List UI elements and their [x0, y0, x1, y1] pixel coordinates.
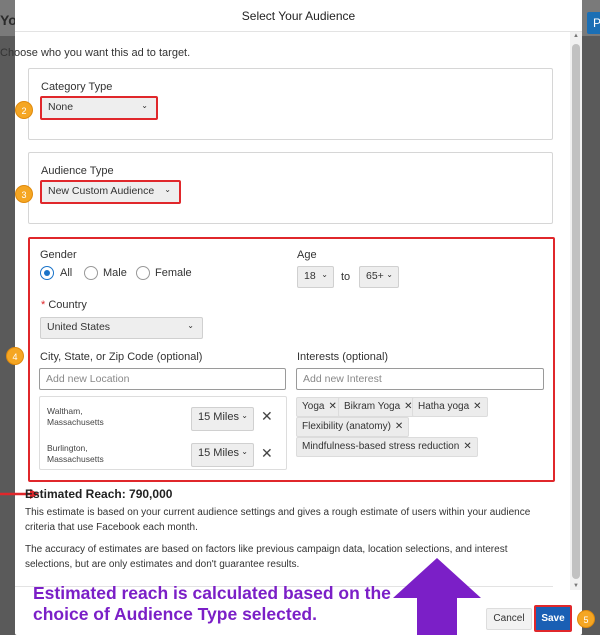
interest-tag-label: Flexibility (anatomy): [302, 421, 391, 432]
save-button[interactable]: Save: [534, 605, 572, 632]
cancel-button[interactable]: Cancel: [486, 608, 532, 630]
gender-option-female[interactable]: Female: [155, 267, 192, 279]
remove-tag-icon[interactable]: ✕: [473, 401, 481, 412]
gender-radio-male[interactable]: [84, 266, 98, 280]
gender-label: Gender: [40, 249, 77, 261]
location-name-1: Burlington, Massachusetts: [47, 443, 104, 465]
annotation-caption: Estimated reach is calculated based on t…: [33, 583, 391, 625]
interest-tag-label: Hatha yoga: [418, 401, 470, 412]
interests-label: Interests (optional): [297, 351, 389, 363]
interest-tag[interactable]: Mindfulness-based stress reduction ✕: [296, 437, 478, 457]
age-max-select[interactable]: 65+ ⌄: [359, 266, 399, 288]
country-value: United States: [47, 321, 111, 333]
step-badge-3: 3: [15, 185, 33, 203]
remove-tag-icon[interactable]: ✕: [328, 401, 336, 412]
modal-scrollbar[interactable]: ▲ ▼: [570, 32, 582, 590]
annotation-caption-line-2: choice of Audience Type selected.: [33, 604, 317, 624]
step-badge-5: 5: [577, 610, 595, 628]
location-state-0: Massachusetts: [47, 417, 104, 427]
interest-tag-label: Mindfulness-based stress reduction: [302, 441, 460, 452]
estimated-reach-title: Estimated Reach: 790,000: [25, 487, 173, 501]
location-radius-1: 15 Miles: [198, 447, 239, 459]
modal-intro: Choose who you want this ad to target.: [0, 47, 191, 59]
category-value: None: [48, 101, 74, 113]
scroll-down-icon[interactable]: ▼: [573, 583, 579, 589]
location-radius-0: 15 Miles: [198, 411, 239, 423]
location-label: City, State, or Zip Code (optional): [40, 351, 203, 363]
remove-tag-icon[interactable]: ✕: [395, 421, 403, 432]
annotation-caption-line-1: Estimated reach is calculated based on t…: [33, 583, 391, 603]
scroll-up-icon[interactable]: ▲: [573, 33, 579, 39]
age-min-value: 18: [304, 270, 316, 282]
age-to-label: to: [341, 271, 351, 283]
interest-tag[interactable]: Yoga ✕: [296, 397, 343, 417]
location-radius-select-1[interactable]: 15 Miles ⌄: [191, 443, 254, 467]
age-min-select[interactable]: 18 ⌄: [297, 266, 334, 288]
location-input[interactable]: Add new Location: [39, 368, 286, 390]
country-select[interactable]: United States ⌄: [40, 317, 203, 339]
chevron-down-icon: ⌄: [321, 270, 328, 279]
country-label: * Country: [41, 299, 87, 311]
chevron-down-icon: ⌄: [141, 101, 148, 110]
category-label: Category Type: [41, 81, 113, 93]
location-radius-select-0[interactable]: 15 Miles ⌄: [191, 407, 254, 431]
gender-radio-female[interactable]: [136, 266, 150, 280]
required-asterisk: *: [41, 299, 46, 311]
audience-label: Audience Type: [41, 165, 114, 177]
chevron-down-icon: ⌄: [187, 321, 194, 330]
gender-option-male[interactable]: Male: [103, 267, 127, 279]
interest-tag[interactable]: Flexibility (anatomy) ✕: [296, 417, 410, 437]
step-badge-4: 4: [6, 347, 24, 365]
interest-tag[interactable]: Bikram Yoga ✕: [338, 397, 419, 417]
age-max-value: 65+: [366, 270, 384, 282]
interest-tag[interactable]: Hatha yoga ✕: [412, 397, 488, 417]
audience-select[interactable]: New Custom Audience ⌄: [40, 180, 181, 204]
location-name-0: Waltham, Massachusetts: [47, 406, 104, 428]
interests-input[interactable]: Add new Interest: [296, 368, 544, 390]
interest-tag-label: Yoga: [302, 401, 325, 412]
location-state-1: Massachusetts: [47, 454, 104, 464]
remove-location-icon[interactable]: ✕: [261, 408, 273, 425]
step-badge-2: 2: [15, 101, 33, 119]
chevron-down-icon: ⌄: [386, 270, 393, 279]
up-arrow-icon: [393, 558, 481, 635]
gender-radio-all[interactable]: [40, 266, 54, 280]
reach-paragraph-1: This estimate is based on your current a…: [25, 507, 531, 533]
scroll-thumb[interactable]: [572, 44, 580, 579]
location-city-1: Burlington,: [47, 443, 88, 453]
remove-location-icon[interactable]: ✕: [261, 445, 273, 462]
age-label: Age: [297, 249, 317, 261]
background-button[interactable]: P: [587, 12, 600, 34]
country-label-text: Country: [48, 299, 87, 311]
audience-value: New Custom Audience: [48, 185, 155, 197]
chevron-down-icon: ⌄: [164, 185, 171, 194]
chevron-down-icon: ⌄: [241, 411, 248, 420]
remove-tag-icon[interactable]: ✕: [463, 441, 471, 452]
interest-tag-label: Bikram Yoga: [344, 401, 401, 412]
gender-option-all[interactable]: All: [60, 267, 72, 279]
location-city-0: Waltham,: [47, 406, 83, 416]
chevron-down-icon: ⌄: [241, 447, 248, 456]
modal-title: Select Your Audience: [15, 0, 582, 32]
category-select[interactable]: None ⌄: [40, 96, 158, 120]
